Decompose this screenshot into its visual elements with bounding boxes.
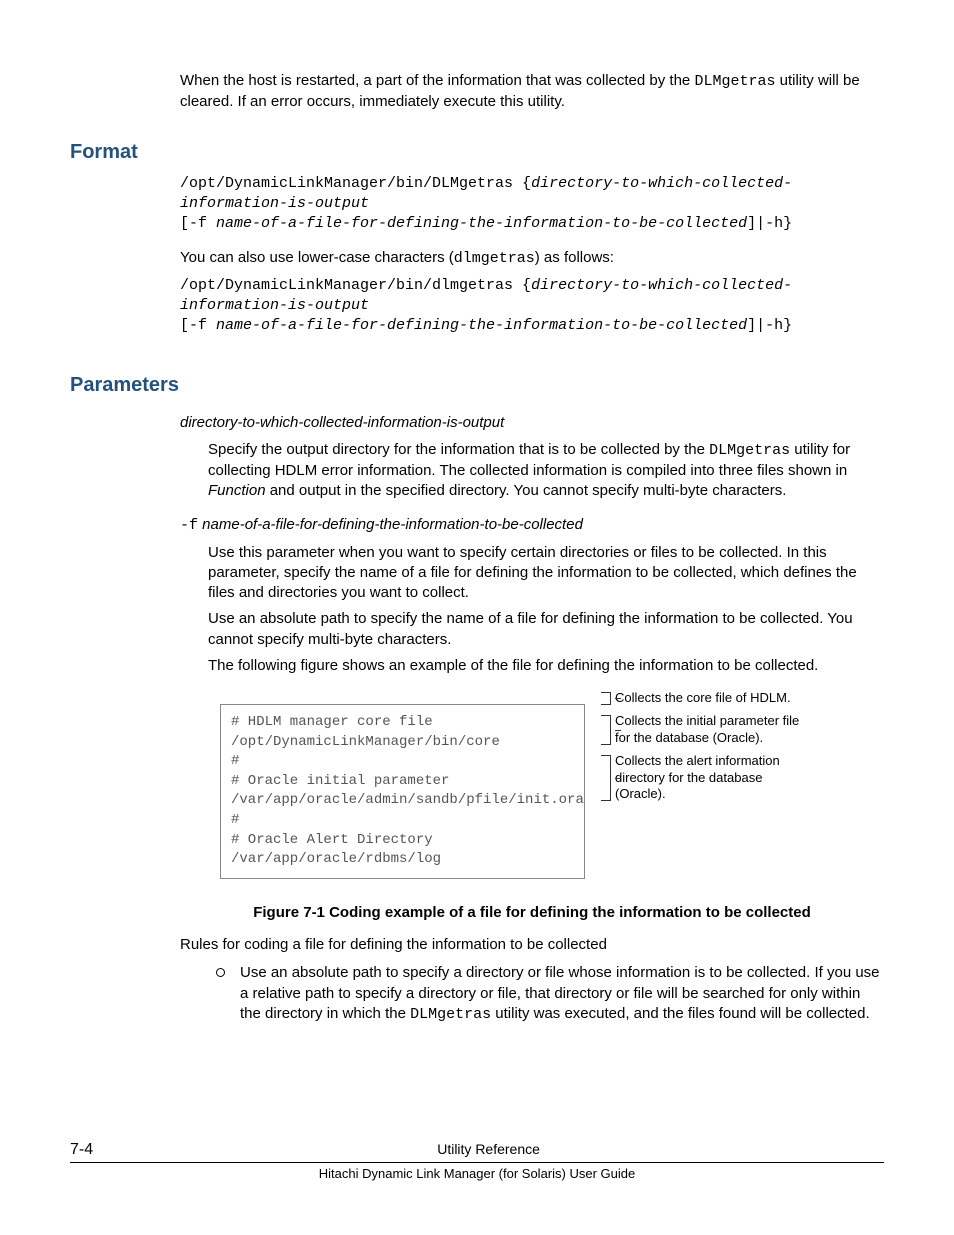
code-inline: DLMgetras	[709, 442, 790, 459]
format-code-1: /opt/DynamicLinkManager/bin/DLMgetras {d…	[180, 174, 884, 235]
rules-intro: Rules for coding a file for defining the…	[180, 935, 884, 955]
param1-body: Specify the output directory for the inf…	[208, 440, 884, 502]
bracket-icon	[597, 753, 615, 804]
intro-text: When the host is restarted, a part of th…	[180, 71, 884, 113]
footer-divider	[70, 1162, 884, 1163]
intro-paragraph: When the host is restarted, a part of th…	[180, 71, 884, 113]
bracket-icon	[597, 690, 615, 707]
figure-7-1: # HDLM manager core file /opt/DynamicLin…	[220, 690, 884, 893]
footer-guide: Hitachi Dynamic Link Manager (for Solari…	[70, 1165, 884, 1183]
param2-body: Use this parameter when you want to spec…	[208, 543, 884, 677]
callout-text: Collects the initial parameter file for …	[615, 713, 807, 747]
param2-name: -f name-of-a-file-for-defining-the-infor…	[180, 515, 884, 536]
heading-format: Format	[70, 139, 884, 166]
figure-caption: Figure 7-1 Coding example of a file for …	[220, 903, 844, 923]
code-inline: DLMgetras	[694, 73, 775, 90]
format-code-2: /opt/DynamicLinkManager/bin/dlmgetras {d…	[180, 276, 884, 337]
page-footer: 7-4 Utility Reference Hitachi Dynamic Li…	[70, 1139, 884, 1183]
code-inline: DLMgetras	[410, 1006, 491, 1023]
code-inline: dlmgetras	[454, 250, 535, 267]
rules-item: Use an absolute path to specify a direct…	[216, 963, 884, 1025]
figure-code-box: # HDLM manager core file /opt/DynamicLin…	[220, 704, 585, 879]
callout-text: Collects the core file of HDLM.	[615, 690, 791, 707]
format-mid-text: You can also use lower-case characters (…	[180, 248, 884, 269]
rules-list: Use an absolute path to specify a direct…	[180, 963, 884, 1025]
bracket-icon	[597, 713, 615, 747]
callout-text: Collects the alert information directory…	[615, 753, 807, 804]
figure-callouts: Collects the core file of HDLM. Collects…	[597, 690, 807, 809]
heading-parameters: Parameters	[70, 372, 884, 399]
page-number: 7-4	[70, 1139, 93, 1161]
param1-name: directory-to-which-collected-information…	[180, 413, 884, 433]
footer-section: Utility Reference	[93, 1140, 884, 1159]
